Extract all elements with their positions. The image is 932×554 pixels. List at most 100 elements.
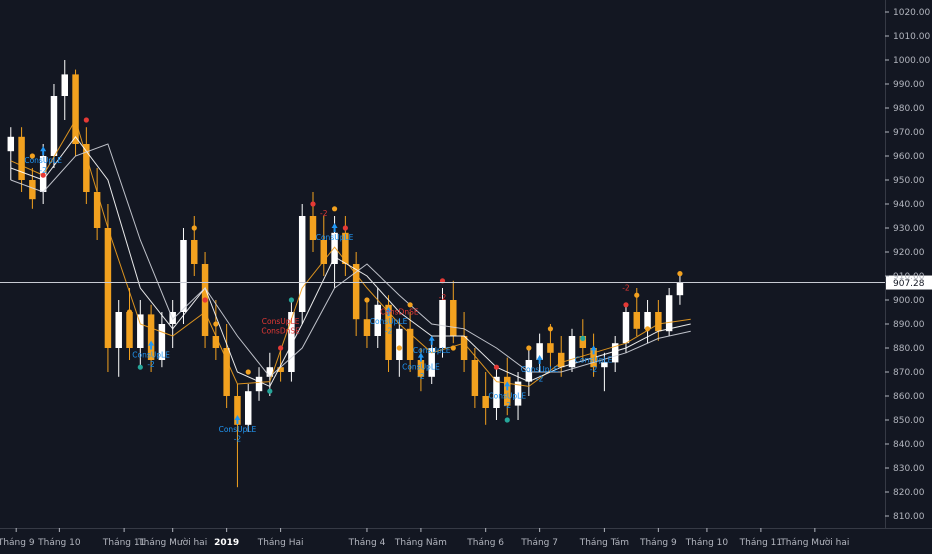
x-tick-label: Tháng 9 (0, 538, 35, 548)
signal-label: -2 (417, 372, 425, 381)
signal-dot (493, 364, 500, 370)
signal-label: ConsUpLE (402, 363, 440, 372)
y-tick-label: 940.00 (893, 200, 925, 210)
signal-dot (321, 249, 327, 255)
candle-body (191, 240, 198, 264)
x-tick-label: Tháng 10 (685, 538, 729, 548)
signal-dot (310, 201, 316, 207)
candle-body (450, 300, 457, 336)
candle-body (126, 312, 133, 348)
signal-dot (547, 326, 554, 332)
y-tick-label: 970.00 (893, 128, 925, 138)
signal-arrow-stem (506, 386, 509, 391)
candle-body (61, 74, 68, 96)
x-tick-label: Tháng 10 (37, 538, 81, 548)
signal-arrow-stem (42, 151, 45, 156)
y-tick-label: 900.00 (893, 296, 925, 306)
candle-body (50, 96, 58, 156)
price-chart[interactable]: ConsUpLE-2ConsUpLE-2ConsUpLE-2ConsUpLECo… (0, 0, 932, 550)
candle-body (93, 192, 101, 228)
signal-arrow-stem (150, 345, 153, 350)
signal-label: -2 (39, 166, 47, 175)
candle-body (255, 376, 263, 392)
signal-arrow-stem (538, 360, 541, 364)
candle-body (676, 282, 684, 296)
x-tick-label: Tháng Mười hai (779, 537, 849, 548)
signal-arrow-stem (430, 340, 433, 345)
y-tick-label: 950.00 (893, 176, 925, 186)
price-axis[interactable]: 810.00 820.00 830.00 840.00 850.00 860.00 870.… (885, 0, 930, 528)
signal-arrow-icon (590, 345, 597, 351)
signal-dot (396, 345, 402, 351)
y-tick-label: 930.00 (893, 224, 925, 234)
signal-label: ConsUpLE (24, 156, 62, 165)
y-tick-label: 820.00 (893, 488, 925, 498)
x-tick-label: Tháng 11 (739, 538, 782, 548)
signal-label: -2 (439, 293, 447, 302)
x-tick-label: Tháng 4 (348, 538, 386, 548)
signal-dot (677, 271, 683, 277)
moving-average-line (10, 143, 691, 378)
y-tick-label: 960.00 (893, 152, 925, 162)
y-tick-label: 850.00 (893, 416, 925, 426)
signal-dot (331, 206, 338, 212)
signal-dot (342, 225, 348, 231)
candle-body (557, 352, 565, 368)
signal-dot (472, 374, 478, 380)
x-tick-label: Tháng Năm (394, 538, 447, 548)
signal-label: ConsUpLE (262, 317, 300, 326)
candle-body (298, 216, 306, 312)
y-tick-label: 860.00 (893, 392, 925, 402)
x-tick-label: Tháng 9 (639, 538, 677, 548)
y-tick-label: 910.00 (893, 272, 925, 282)
signal-label: -2 (147, 360, 155, 369)
candle-body (244, 391, 252, 425)
signal-dot (148, 316, 154, 322)
candle-body (396, 328, 403, 360)
signal-label: ConsUpLE (132, 351, 170, 360)
signal-dot (526, 345, 532, 351)
y-tick-label: 1020.00 (893, 8, 930, 18)
signal-label: -2 (622, 283, 630, 292)
y-tick-label: 1000.00 (893, 56, 930, 66)
signal-dot (634, 292, 640, 298)
candle-body (137, 314, 144, 348)
chart-container[interactable]: ConsUpLE -2 ConsUpLE -2 ConsUpLE -2 ConsUpLE Co… (0, 0, 932, 550)
signal-dot (245, 369, 251, 375)
signal-arrow-icon (331, 223, 338, 228)
y-tick-label: 990.00 (893, 80, 925, 90)
time-axis[interactable]: Tháng 9 Tháng 10 Tháng 11Tháng Mười hai 201… (0, 528, 932, 548)
signal-dot (213, 321, 219, 327)
signal-dot (580, 335, 586, 341)
y-tick-label: 880.00 (893, 344, 925, 354)
y-tick-label: 920.00 (893, 248, 925, 258)
signal-label: ConsDnSE (380, 307, 419, 316)
signal-dot (191, 225, 197, 231)
x-tick-label: Tháng Tám (579, 538, 629, 548)
signal-arrow-icon (428, 335, 435, 341)
y-tick-label: 980.00 (893, 104, 925, 114)
candle-body (115, 312, 122, 348)
signal-dot (450, 345, 456, 351)
candle-body (655, 312, 662, 332)
signal-dot (288, 297, 295, 303)
signal-arrow-icon (40, 146, 47, 152)
signal-dot (504, 417, 510, 423)
signal-dot (202, 297, 208, 303)
moving-average-line (10, 135, 691, 388)
candle-body (104, 228, 112, 348)
signal-arrow-stem (419, 357, 422, 362)
signal-label: ConsUpLE (488, 391, 526, 400)
y-tick-label: 1010.00 (893, 32, 930, 42)
x-tick-label: Tháng Mười hai (137, 537, 207, 548)
x-tick-label: Tháng 7 (520, 538, 558, 548)
signal-label: -2 (590, 365, 598, 374)
candle-body (460, 336, 468, 360)
moving-averages-layer (10, 118, 691, 388)
candle-body (439, 300, 446, 348)
candle-body (7, 136, 15, 152)
y-tick-label: 890.00 (893, 320, 925, 330)
signal-label: ConsUpLE (413, 346, 451, 355)
signal-arrow-stem (333, 228, 336, 232)
signal-dot (83, 117, 89, 123)
